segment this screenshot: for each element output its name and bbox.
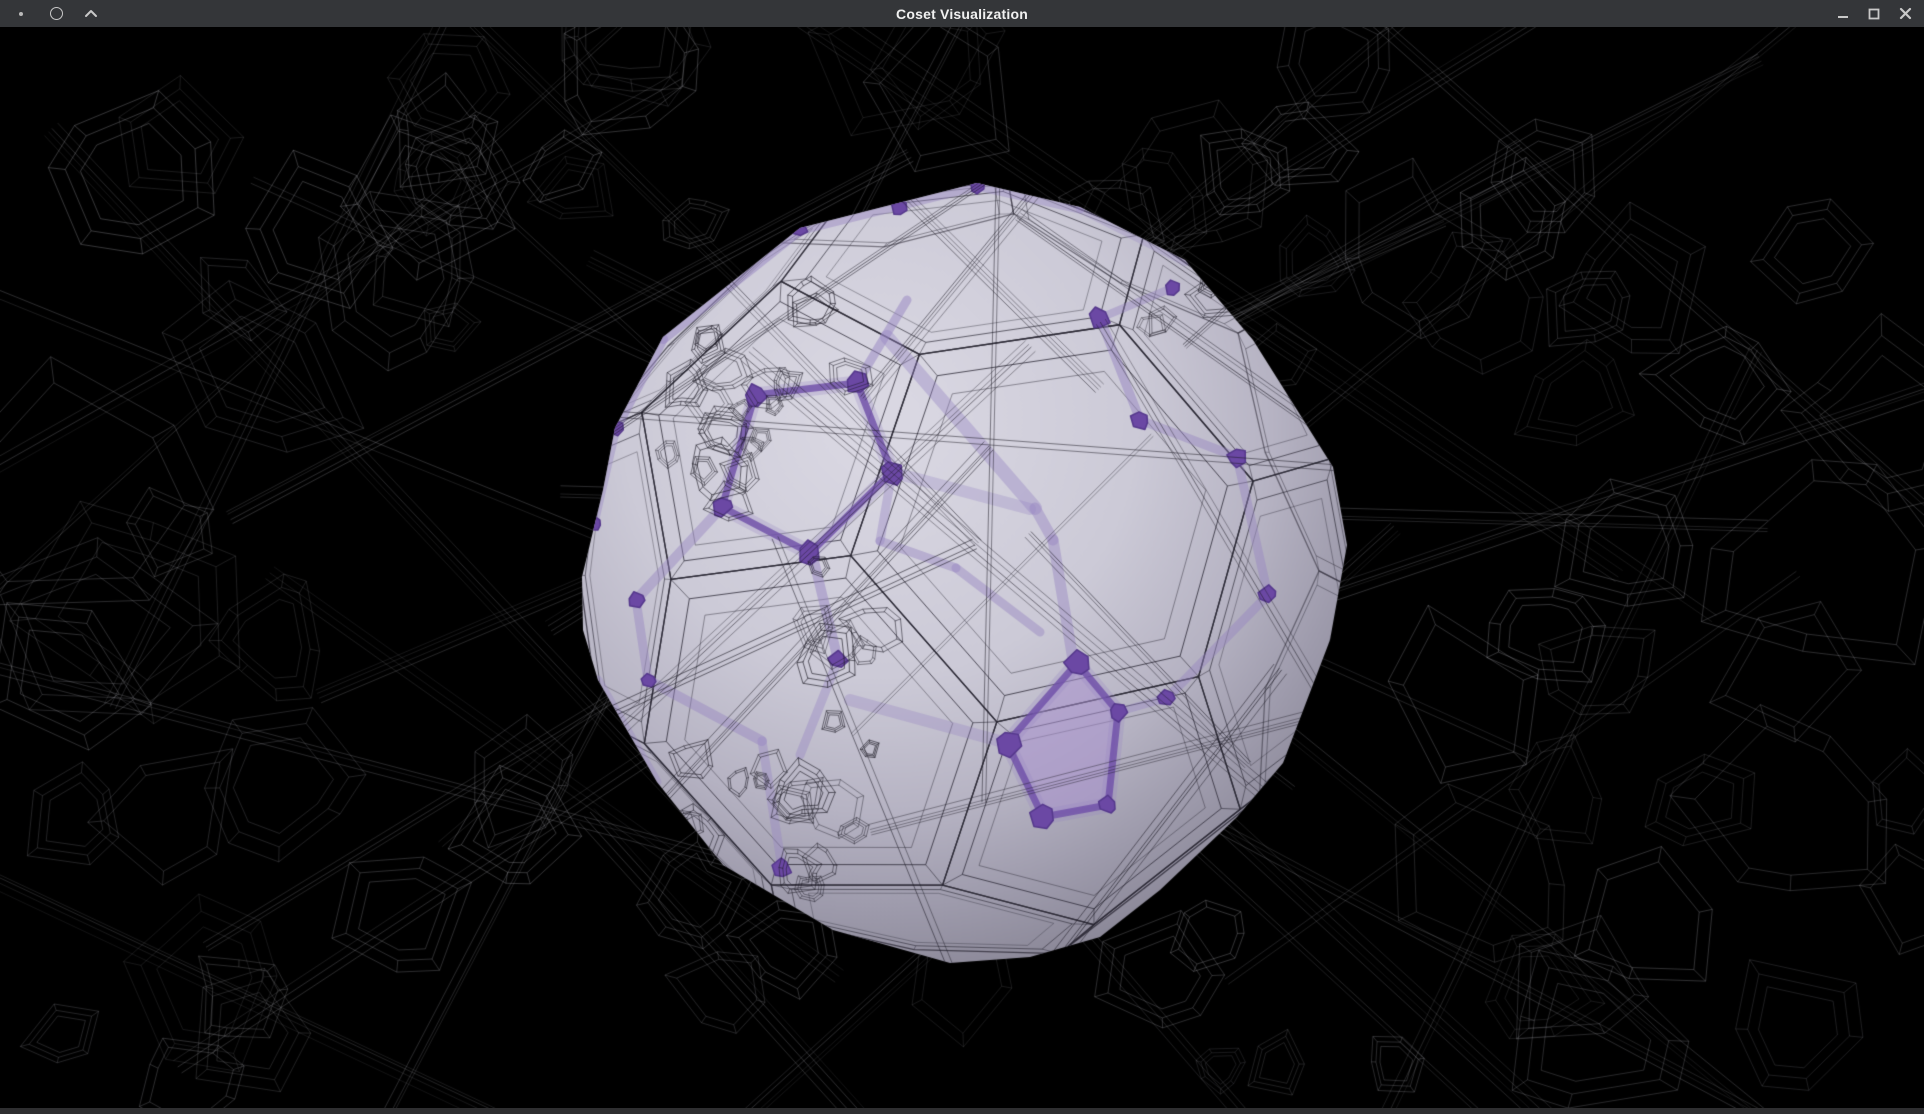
window-controls xyxy=(1832,0,1924,27)
chevron-up-icon[interactable] xyxy=(80,3,102,25)
titlebar[interactable]: Coset Visualization xyxy=(0,0,1924,27)
app-window: Coset Visualization xyxy=(0,0,1924,1114)
visualization-canvas[interactable] xyxy=(0,27,1924,1114)
dot-icon[interactable] xyxy=(10,3,32,25)
titlebar-left-icons xyxy=(0,0,102,27)
minimize-button[interactable] xyxy=(1832,3,1854,25)
maximize-button[interactable] xyxy=(1863,3,1885,25)
bottom-border xyxy=(0,1108,1924,1114)
close-button[interactable] xyxy=(1894,3,1916,25)
circle-icon[interactable] xyxy=(45,3,67,25)
window-title: Coset Visualization xyxy=(0,0,1924,27)
